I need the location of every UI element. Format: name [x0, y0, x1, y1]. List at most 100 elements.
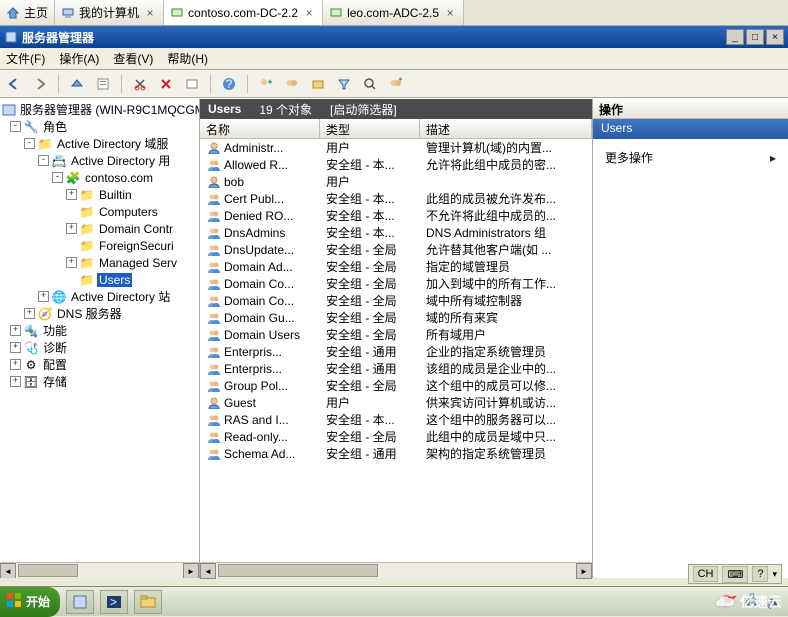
- tray-network-icon[interactable]: 🖧: [744, 594, 760, 610]
- task-server-manager[interactable]: [66, 590, 94, 614]
- tree-adusers[interactable]: -📇Active Directory 用: [2, 152, 199, 169]
- tree-root[interactable]: 服务器管理器 (WIN-R9C1MQCGM3: [2, 101, 199, 118]
- list-row[interactable]: Domain Ad...安全组 - 全局指定的域管理员: [200, 258, 592, 275]
- scroll-right-button[interactable]: ►: [576, 563, 592, 579]
- delete-button[interactable]: [156, 74, 176, 94]
- tray-sound-icon[interactable]: 🔈: [766, 594, 782, 610]
- help-button[interactable]: ?: [219, 74, 239, 94]
- tree-builtin[interactable]: +📁Builtin: [2, 186, 199, 203]
- list-row[interactable]: Cert Publ...安全组 - 本...此组的成员被允许发布...: [200, 190, 592, 207]
- scroll-right-button[interactable]: ►: [183, 563, 199, 578]
- expander-icon[interactable]: +: [10, 359, 21, 370]
- properties-button[interactable]: [93, 74, 113, 94]
- expander-icon[interactable]: +: [10, 342, 21, 353]
- list-row[interactable]: Enterpris...安全组 - 通用该组的成员是企业中的...: [200, 360, 592, 377]
- tree-config[interactable]: +⚙配置: [2, 356, 199, 373]
- menu-help[interactable]: 帮助(H): [167, 50, 208, 67]
- list-row[interactable]: Guest用户供来宾访问计算机或访...: [200, 394, 592, 411]
- add-to-group-button[interactable]: [386, 74, 406, 94]
- expander-icon[interactable]: +: [66, 257, 77, 268]
- ime-options-icon[interactable]: ▾: [772, 569, 777, 580]
- tree-foreign[interactable]: 📁ForeignSecuri: [2, 237, 199, 254]
- column-header-type[interactable]: 类型: [320, 119, 420, 138]
- ime-bar[interactable]: CH ⌨ ? ▾: [688, 564, 782, 584]
- tab-close-icon[interactable]: ×: [302, 6, 316, 20]
- tree-diag[interactable]: +🩺诊断: [2, 339, 199, 356]
- tree-users[interactable]: 📁Users: [2, 271, 199, 288]
- tree-computers[interactable]: 📁Computers: [2, 203, 199, 220]
- task-powershell[interactable]: >: [100, 590, 128, 614]
- scroll-left-button[interactable]: ◄: [0, 563, 16, 578]
- list-row[interactable]: Domain Co...安全组 - 全局加入到域中的所有工作...: [200, 275, 592, 292]
- expander-icon[interactable]: +: [24, 308, 35, 319]
- ime-keyboard-icon[interactable]: ⌨: [722, 566, 748, 583]
- tab-home[interactable]: 主页: [0, 0, 55, 25]
- find-button[interactable]: [360, 74, 380, 94]
- menu-action[interactable]: 操作(A): [59, 50, 99, 67]
- forward-button[interactable]: [30, 74, 50, 94]
- task-explorer[interactable]: [134, 590, 162, 614]
- tab-mycomputer[interactable]: 我的计算机 ×: [55, 0, 164, 25]
- list-row[interactable]: Read-only...安全组 - 全局此组中的成员是域中只...: [200, 428, 592, 445]
- expander-icon[interactable]: +: [66, 223, 77, 234]
- content-filter-link[interactable]: [启动筛选器]: [330, 101, 397, 118]
- expander-icon[interactable]: +: [66, 189, 77, 200]
- scroll-thumb[interactable]: [18, 564, 78, 577]
- list-row[interactable]: Domain Co...安全组 - 全局域中所有域控制器: [200, 292, 592, 309]
- tab-adc[interactable]: leo.com-ADC-2.5 ×: [323, 0, 464, 25]
- props2-button[interactable]: [182, 74, 202, 94]
- tree-feature[interactable]: +🔩功能: [2, 322, 199, 339]
- list-row[interactable]: DnsAdmins安全组 - 本...DNS Administrators 组: [200, 224, 592, 241]
- expander-icon[interactable]: -: [24, 138, 35, 149]
- list-row[interactable]: bob用户: [200, 173, 592, 190]
- ad-new-group-button[interactable]: [282, 74, 302, 94]
- tree-storage[interactable]: +🗄存储: [2, 373, 199, 390]
- filter-button[interactable]: [334, 74, 354, 94]
- close-button[interactable]: ×: [766, 29, 784, 45]
- list-row[interactable]: Schema Ad...安全组 - 通用架构的指定系统管理员: [200, 445, 592, 462]
- tree-roles[interactable]: -🔧角色: [2, 118, 199, 135]
- list-row[interactable]: Enterpris...安全组 - 通用企业的指定系统管理员: [200, 343, 592, 360]
- minimize-button[interactable]: _: [726, 29, 744, 45]
- ime-lang[interactable]: CH: [693, 566, 719, 582]
- list-row[interactable]: Denied RO...安全组 - 本...不允许将此组中成员的...: [200, 207, 592, 224]
- ad-new-user-button[interactable]: [256, 74, 276, 94]
- list-row[interactable]: RAS and I...安全组 - 本...这个组中的服务器可以...: [200, 411, 592, 428]
- tab-close-icon[interactable]: ×: [443, 6, 457, 20]
- tree-domaincontrollers[interactable]: +📁Domain Contr: [2, 220, 199, 237]
- list-row[interactable]: DnsUpdate...安全组 - 全局允许替其他客户端(如 ...: [200, 241, 592, 258]
- ime-help-icon[interactable]: ?: [752, 566, 768, 582]
- tree-domain[interactable]: -🧩contoso.com: [2, 169, 199, 186]
- expander-icon[interactable]: -: [38, 155, 49, 166]
- menu-view[interactable]: 查看(V): [113, 50, 153, 67]
- content-scrollbar[interactable]: ◄ ►: [200, 562, 592, 578]
- start-button[interactable]: 开始: [0, 587, 60, 617]
- expander-icon[interactable]: +: [38, 291, 49, 302]
- list-row[interactable]: Allowed R...安全组 - 本...允许将此组中成员的密...: [200, 156, 592, 173]
- tree-adds[interactable]: -📁Active Directory 域服: [2, 135, 199, 152]
- scroll-left-button[interactable]: ◄: [200, 563, 216, 579]
- up-button[interactable]: [67, 74, 87, 94]
- expander-icon[interactable]: +: [10, 376, 21, 387]
- expander-icon[interactable]: -: [10, 121, 21, 132]
- tab-close-icon[interactable]: ×: [143, 6, 157, 20]
- tree-scrollbar[interactable]: ◄ ►: [0, 562, 199, 578]
- column-header-desc[interactable]: 描述: [420, 119, 592, 138]
- cut-button[interactable]: [130, 74, 150, 94]
- ad-new-ou-button[interactable]: [308, 74, 328, 94]
- menu-file[interactable]: 文件(F): [6, 50, 45, 67]
- expander-icon[interactable]: +: [10, 325, 21, 336]
- back-button[interactable]: [4, 74, 24, 94]
- tree-managed[interactable]: +📁Managed Serv: [2, 254, 199, 271]
- list-row[interactable]: Domain Users安全组 - 全局所有域用户: [200, 326, 592, 343]
- list-row[interactable]: Domain Gu...安全组 - 全局域的所有来宾: [200, 309, 592, 326]
- tree-dns[interactable]: +🧭DNS 服务器: [2, 305, 199, 322]
- expander-icon[interactable]: -: [52, 172, 63, 183]
- list-row[interactable]: Group Pol...安全组 - 全局这个组中的成员可以修...: [200, 377, 592, 394]
- tab-dc[interactable]: contoso.com-DC-2.2 ×: [164, 0, 323, 25]
- column-header-name[interactable]: 名称: [200, 119, 320, 138]
- scroll-thumb[interactable]: [218, 564, 378, 577]
- list-row[interactable]: Administr...用户管理计算机(域)的内置...: [200, 139, 592, 156]
- maximize-button[interactable]: □: [746, 29, 764, 45]
- actions-more[interactable]: 更多操作 ▸: [601, 145, 780, 170]
